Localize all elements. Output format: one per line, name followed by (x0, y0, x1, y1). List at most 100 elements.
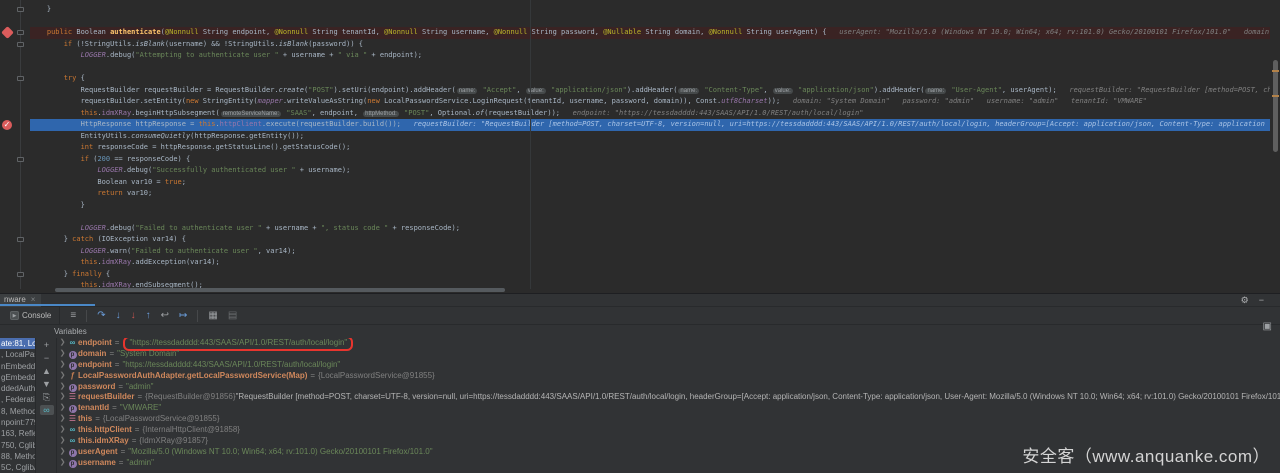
stripe-mark[interactable] (1272, 95, 1279, 97)
chevron-right-icon[interactable]: ❯ (58, 338, 67, 349)
stack-frame-row[interactable]: 750, CglibAopP (0, 440, 35, 451)
code-line: this.idmXRay.addException(var14); (30, 257, 1270, 269)
close-icon[interactable]: × (31, 295, 36, 304)
variable-value: "https://tessdadddd:443/SAAS/API/1.0/RES… (122, 360, 340, 371)
chevron-right-icon[interactable]: ❯ (58, 436, 67, 447)
chevron-right-icon[interactable]: ❯ (58, 403, 67, 414)
stack-frame-row[interactable]: npoint:779, Cg (0, 417, 35, 428)
variable-row[interactable]: ❯☰this={LocalPasswordService@91855} (58, 414, 1280, 425)
code-line: } catch (IOException var14) { (30, 234, 1270, 246)
vertical-scrollbar[interactable] (1273, 60, 1278, 152)
step-out-icon[interactable]: ↑ (146, 310, 151, 321)
error-stripe[interactable] (1270, 0, 1280, 293)
chevron-right-icon[interactable]: ❯ (58, 349, 67, 360)
stack-frame-row[interactable]: gEmbeddedAu (0, 372, 35, 383)
variable-name: this (78, 414, 92, 425)
copy-icon[interactable]: ⎘ (40, 392, 54, 402)
fold-marker-icon[interactable] (17, 76, 24, 81)
toolbar-separator (86, 310, 87, 322)
equals-sign: = (118, 382, 123, 393)
parameter-icon: p (67, 447, 78, 458)
layout-settings-icon[interactable]: ≡ (70, 310, 76, 321)
variable-value: "Mozilla/5.0 (Windows NT 10.0; Win64; x6… (128, 447, 432, 458)
code-area[interactable]: } public Boolean authenticate(@Nonnull S… (21, 0, 1270, 289)
stack-frame-row[interactable]: nEmbeddedAu (0, 361, 35, 372)
chevron-right-icon[interactable]: ❯ (58, 392, 67, 403)
parameter-icon: p (67, 403, 78, 414)
code-line (30, 62, 1270, 74)
variable-row[interactable]: ❯ppassword="admin" (58, 382, 1280, 393)
code-line: LOGGER.debug("Attempting to authenticate… (30, 50, 1270, 62)
code-line: LOGGER.debug("Successfully authenticated… (30, 165, 1270, 177)
fold-marker-icon[interactable] (17, 42, 24, 47)
right-margin-guide (530, 0, 531, 289)
stripe-mark[interactable] (1272, 70, 1279, 72)
local-variable-icon: ☰ (67, 414, 78, 425)
code-line: requestBuilder.setEntity(new StringEntit… (30, 96, 1270, 108)
variable-value: "https://tessdadddd:443/SAAS/API/1.0/RES… (129, 338, 347, 347)
stack-frame-row[interactable]: , FederationBr (0, 394, 35, 405)
stack-frame-row[interactable]: 163, Reflective (0, 428, 35, 439)
variable-row[interactable]: ❯∞this.httpClient={InternalHttpClient@91… (58, 425, 1280, 436)
variable-row[interactable]: ❯ƒLocalPasswordAuthAdapter.getLocalPassw… (58, 371, 1280, 382)
debug-tab-bar: nware× ⚙− (0, 294, 1280, 307)
step-into-icon[interactable]: ↓ (116, 310, 121, 321)
code-line: } (30, 4, 1270, 16)
fold-marker-icon[interactable] (17, 7, 24, 12)
fold-marker-icon[interactable] (17, 157, 24, 162)
add-watch-icon[interactable]: + (40, 340, 54, 350)
run-to-cursor-icon[interactable]: ↦ (179, 310, 187, 321)
evaluate-expression-icon[interactable]: ▦ (208, 310, 217, 321)
variable-value: "VMWARE" (120, 403, 161, 414)
stack-frame-row[interactable]: ddedAuthBrok (0, 383, 35, 394)
variable-name: domain (78, 349, 106, 360)
move-down-icon[interactable]: ▼ (40, 379, 54, 389)
horizontal-scrollbar[interactable] (55, 288, 505, 292)
equals-sign: = (121, 447, 126, 458)
chevron-right-icon[interactable]: ❯ (58, 414, 67, 425)
chevron-right-icon[interactable]: ❯ (58, 371, 67, 382)
equals-sign: = (109, 349, 114, 360)
fold-marker-icon[interactable] (17, 237, 24, 242)
equals-sign: = (119, 458, 124, 469)
gear-icon[interactable]: ⚙ (1241, 295, 1259, 305)
chevron-right-icon[interactable]: ❯ (58, 425, 67, 436)
stack-frame-row[interactable]: ate:81, LocalPa (0, 338, 35, 349)
chevron-right-icon[interactable]: ❯ (58, 447, 67, 458)
variable-row[interactable]: ❯ptenantId="VMWARE" (58, 403, 1280, 414)
chevron-right-icon[interactable]: ❯ (58, 382, 67, 393)
drop-frame-icon[interactable]: ↩ (161, 310, 169, 321)
step-over-icon[interactable]: ↷ (97, 310, 105, 321)
variable-value: "System Domain" (117, 349, 179, 360)
frames-list[interactable]: ↓ ▼ + ate:81, LocalPa, LocalPasswornEmbe… (0, 338, 36, 473)
stack-frame-row[interactable]: , LocalPasswor (0, 349, 35, 360)
watches-icon[interactable]: ∞ (40, 405, 54, 415)
tab-console[interactable]: ▶ Console (0, 307, 60, 325)
force-step-into-icon[interactable]: ↓ (131, 310, 136, 321)
code-line: int responseCode = httpResponse.getStatu… (30, 142, 1270, 154)
chevron-right-icon[interactable]: ❯ (58, 458, 67, 469)
move-up-icon[interactable]: ▲ (40, 366, 54, 376)
fold-marker-icon[interactable] (17, 272, 24, 277)
breakpoint-hit-icon[interactable]: ✓ (2, 120, 12, 130)
settings-grid-icon[interactable]: ▤ (228, 310, 237, 321)
code-line: LOGGER.warn("Failed to authenticate user… (30, 246, 1270, 258)
minimize-icon[interactable]: − (1259, 295, 1274, 305)
variable-value: "RequestBuilder [method=POST, charset=UT… (236, 392, 1280, 403)
stack-frame-row[interactable]: 88, MethodInv (0, 451, 35, 462)
stack-frame-row[interactable]: 5C, CglibAopP (0, 462, 35, 473)
stack-frame-row[interactable]: 8, MethodPro (0, 406, 35, 417)
chevron-right-icon[interactable]: ❯ (58, 360, 67, 371)
variable-row[interactable]: ❯∞endpoint="https://tessdadddd:443/SAAS/… (58, 338, 1280, 349)
variable-row[interactable]: ❯pendpoint="https://tessdadddd:443/SAAS/… (58, 360, 1280, 371)
variable-row[interactable]: ❯☰requestBuilder={RequestBuilder@91856} … (58, 392, 1280, 403)
fold-marker-icon[interactable] (17, 30, 24, 35)
variable-value: {RequestBuilder@91856} (145, 392, 235, 403)
remove-watch-icon[interactable]: − (40, 353, 54, 363)
stepping-toolbar: ≡ ↷ ↓ ↓ ↑ ↩ ↦ ▦ ▤ (60, 310, 237, 322)
variable-name: this.httpClient (78, 425, 132, 436)
code-editor[interactable]: } public Boolean authenticate(@Nonnull S… (0, 0, 1280, 293)
watch-icon: ∞ (67, 425, 78, 436)
watch-icon: ∞ (67, 436, 78, 447)
code-line (30, 211, 1270, 223)
